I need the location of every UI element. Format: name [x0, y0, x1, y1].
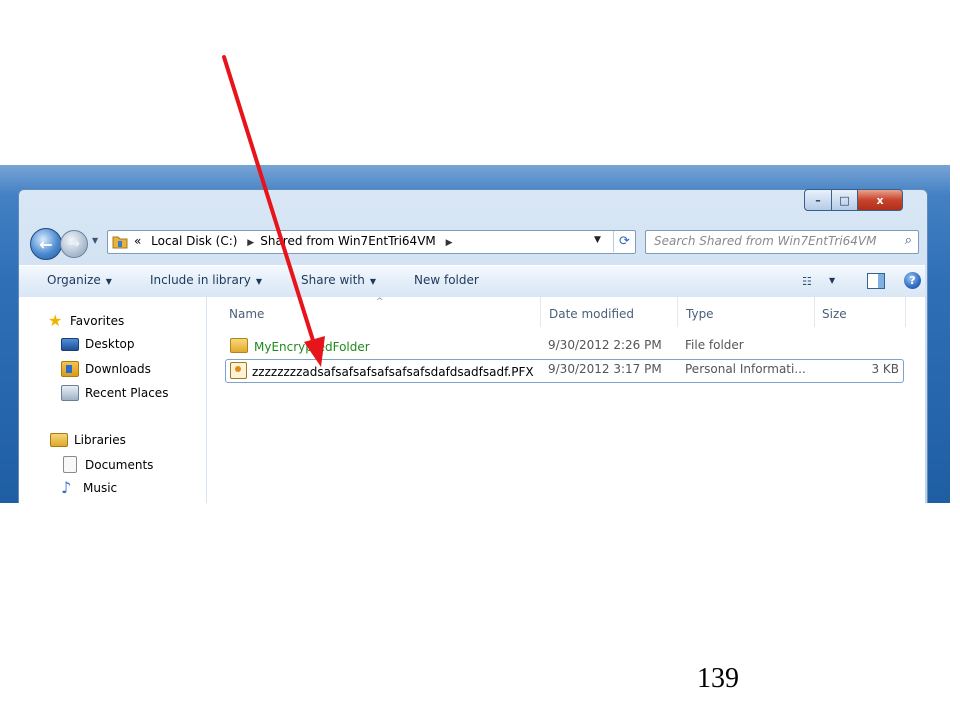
search-icon[interactable]: ⌕ [905, 233, 912, 248]
file-list: ^ Name Date modified Type Size MyEncrypt… [207, 297, 925, 503]
nav-item-label: Music [83, 481, 118, 495]
preview-pane-icon[interactable] [867, 273, 885, 289]
caption-buttons: – □ x [804, 189, 903, 211]
back-arrow-icon: ← [39, 234, 53, 254]
refresh-button[interactable]: ⟳ [613, 231, 635, 252]
help-icon[interactable]: ? [904, 272, 921, 289]
chevron-down-icon: ▼ [105, 277, 112, 286]
file-date: 9/30/2012 3:17 PM [548, 362, 662, 376]
close-button[interactable]: x [858, 189, 903, 211]
nav-favorites-label: Favorites [70, 314, 125, 328]
star-icon: ★ [48, 311, 63, 330]
new-folder-label: New folder [414, 273, 479, 287]
nav-item-label: Documents [85, 457, 154, 472]
folder-icon [230, 338, 248, 353]
libraries-icon [50, 433, 68, 447]
nav-item-label: Downloads [85, 362, 151, 376]
file-name-cell: zzzzzzzzadsafsafsafsafsafsafsdafdsadfsad… [230, 362, 534, 379]
nav-item-desktop[interactable]: Desktop [61, 337, 135, 351]
navigation-pane: ★ Favorites Desktop Downloads Recent Pla… [19, 297, 207, 503]
column-header-size[interactable]: Size [815, 297, 905, 327]
back-button[interactable]: ← [30, 228, 62, 260]
chevron-down-icon: ▼ [255, 277, 263, 286]
nav-libraries[interactable]: Libraries [50, 433, 126, 447]
nav-item-downloads[interactable]: Downloads [61, 361, 151, 377]
recent-places-icon [61, 385, 79, 401]
nav-item-recent-places[interactable]: Recent Places [61, 385, 168, 401]
column-header-name[interactable]: Name [207, 297, 540, 327]
file-type: Personal Informati... [685, 362, 806, 376]
desktop-icon [61, 337, 79, 351]
music-icon: ♪ [61, 478, 72, 497]
organize-label: Organize [47, 273, 101, 287]
command-bar: Organize ▼ Include in library ▼ Share with… [19, 265, 925, 298]
file-type: File folder [685, 338, 744, 352]
recent-pages-dropdown[interactable]: ▼ [92, 236, 98, 245]
search-placeholder: Search Shared from Win7EntTri64VM [654, 234, 877, 248]
change-view-icon[interactable]: ☷ [802, 275, 812, 288]
chevron-right-icon[interactable]: ▶ [247, 238, 254, 248]
file-size: 3 KB [871, 362, 899, 376]
nav-item-label: Desktop [85, 337, 135, 351]
address-dropdown-icon[interactable]: ▼ [594, 235, 601, 245]
share-with-button[interactable]: Share with ▼ [301, 273, 376, 287]
breadcrumb: « Local Disk (C:) ▶ Shared from Win7EntTr… [134, 234, 459, 248]
folder-icon [112, 236, 128, 249]
nav-item-music[interactable]: ♪ Music [61, 480, 117, 496]
chevron-down-icon: ▼ [369, 277, 377, 286]
nav-item-label: Recent Places [85, 386, 169, 400]
file-name: zzzzzzzzadsafsafsafsafsafsafsdafdsadfsad… [252, 365, 534, 379]
forward-button[interactable]: → [60, 230, 88, 258]
refresh-icon: ⟳ [619, 234, 630, 249]
breadcrumb-local-disk[interactable]: Local Disk (C:) [151, 234, 237, 248]
chevron-right-icon[interactable]: ▶ [446, 238, 453, 248]
nav-favorites[interactable]: ★ Favorites [48, 313, 124, 329]
column-header-type[interactable]: Type [678, 297, 814, 327]
certificate-icon [230, 362, 247, 379]
forward-arrow-icon: → [68, 236, 80, 252]
nav-item-documents[interactable]: Documents [61, 456, 153, 473]
address-bar[interactable]: « Local Disk (C:) ▶ Shared from Win7EntTr… [107, 230, 636, 254]
search-input[interactable]: Search Shared from Win7EntTri64VM ⌕ [645, 230, 919, 254]
minimize-button[interactable]: – [804, 189, 832, 211]
file-date: 9/30/2012 2:26 PM [548, 338, 662, 352]
column-header-date-modified[interactable]: Date modified [541, 297, 677, 327]
column-header-label: Type [686, 307, 714, 321]
column-header-label: Name [229, 307, 265, 321]
column-header-label: Date modified [549, 307, 635, 321]
column-divider[interactable] [905, 297, 906, 327]
breadcrumb-overflow[interactable]: « [134, 234, 141, 248]
table-row[interactable]: zzzzzzzzadsafsafsafsafsafsafsdafdsadfsad… [225, 359, 904, 383]
share-with-label: Share with [301, 273, 365, 287]
table-row[interactable]: MyEncryptedFolder 9/30/2012 2:26 PM File… [225, 335, 902, 357]
nav-libraries-label: Libraries [74, 433, 126, 447]
downloads-icon [61, 361, 79, 377]
include-in-library-button[interactable]: Include in library ▼ [150, 273, 262, 287]
page-number: 139 [697, 663, 739, 694]
file-name: MyEncryptedFolder [254, 340, 370, 354]
maximize-button[interactable]: □ [832, 189, 858, 211]
view-options-dropdown-icon[interactable]: ▼ [829, 276, 835, 285]
include-in-library-label: Include in library [150, 273, 251, 287]
documents-icon [63, 456, 77, 473]
new-folder-button[interactable]: New folder [414, 273, 479, 287]
breadcrumb-shared-folder[interactable]: Shared from Win7EntTri64VM [260, 234, 436, 248]
file-name-cell: MyEncryptedFolder [230, 338, 370, 354]
organize-button[interactable]: Organize ▼ [47, 273, 112, 287]
column-header-label: Size [822, 307, 847, 321]
